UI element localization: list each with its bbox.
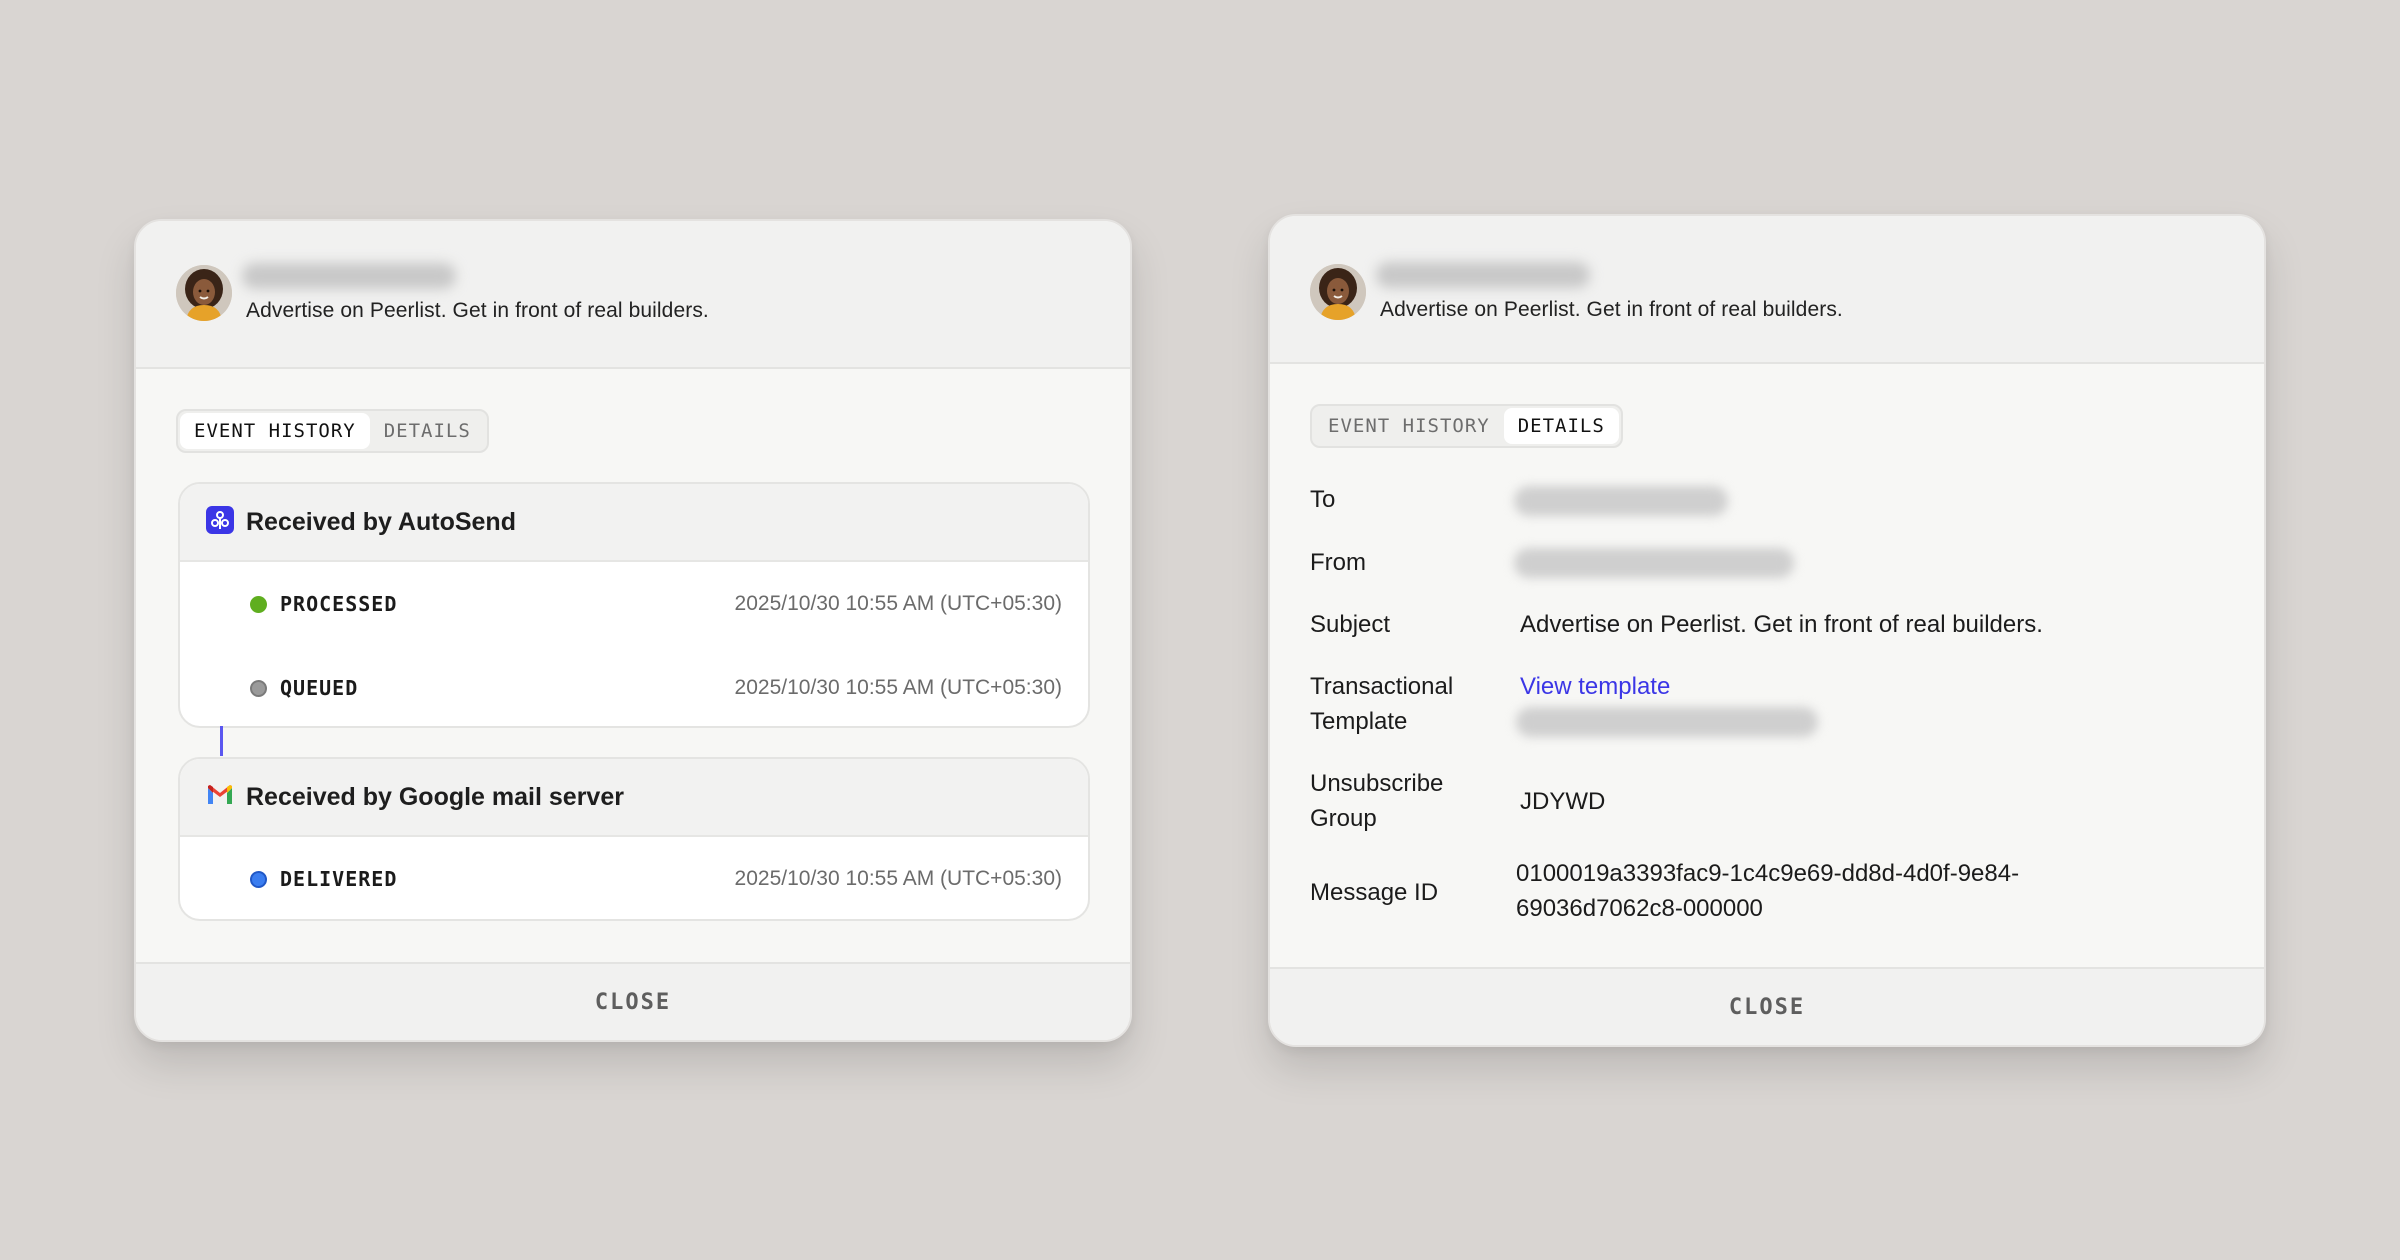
to-label: To bbox=[1310, 486, 1336, 513]
template-label-line: Template bbox=[1310, 708, 1408, 735]
message-id-line: 0100019a3393fac9-1c4c9e69-dd8d-4d0f-9e84… bbox=[1516, 860, 2020, 887]
close-button[interactable]: CLOSE bbox=[595, 990, 671, 1015]
event-status: PROCESSED bbox=[280, 592, 398, 616]
sender-name-redacted bbox=[1376, 262, 1590, 288]
sender-name-redacted bbox=[242, 263, 456, 289]
autosend-icon bbox=[206, 505, 234, 539]
dialog-header: Advertise on Peerlist. Get in front of r… bbox=[136, 221, 1130, 369]
event-group-header: Received by Google mail server bbox=[180, 759, 1088, 837]
tab-details[interactable]: DETAILS bbox=[370, 413, 485, 449]
event-time: 2025/10/30 10:55 AM (UTC+05:30) bbox=[734, 867, 1062, 890]
unsubscribe-label: Unsubscribe Group bbox=[1310, 766, 1443, 836]
template-label-line: Transactional bbox=[1310, 673, 1454, 700]
unsubscribe-label-line: Group bbox=[1310, 805, 1377, 832]
event-time: 2025/10/30 10:55 AM (UTC+05:30) bbox=[734, 676, 1062, 699]
template-label: Transactional Template bbox=[1310, 669, 1453, 739]
gmail-icon bbox=[206, 784, 234, 811]
event-group-header: Received by AutoSend bbox=[180, 484, 1088, 562]
subject-label: Subject bbox=[1310, 611, 1391, 638]
email-event-dialog-details: Advertise on Peerlist. Get in front of r… bbox=[1268, 214, 2266, 1047]
event-group-autosend: Received by AutoSend PROCESSED 2025/10/3… bbox=[178, 482, 1090, 728]
subject-value: Advertise on Peerlist. Get in front of r… bbox=[1520, 611, 2043, 638]
event-status: DELIVERED bbox=[280, 867, 398, 891]
status-dot-icon bbox=[250, 679, 267, 697]
sender-avatar bbox=[176, 265, 232, 321]
email-subject: Advertise on Peerlist. Get in front of r… bbox=[246, 299, 709, 322]
dialog-footer: CLOSE bbox=[136, 962, 1130, 1040]
dialog-footer: CLOSE bbox=[1270, 967, 2264, 1045]
unsubscribe-label-line: Unsubscribe bbox=[1310, 770, 1444, 797]
sender-avatar bbox=[1310, 264, 1366, 320]
tab-details[interactable]: DETAILS bbox=[1503, 408, 1619, 444]
from-label: From bbox=[1310, 549, 1366, 576]
email-event-dialog-history: Advertise on Peerlist. Get in front of r… bbox=[134, 219, 1132, 1042]
tab-bar: EVENT HISTORY DETAILS bbox=[1310, 404, 1623, 448]
event-row-delivered: DELIVERED 2025/10/30 10:55 AM (UTC+05:30… bbox=[180, 837, 1088, 919]
tab-event-history[interactable]: EVENT HISTORY bbox=[1314, 408, 1504, 444]
event-group-title: Received by AutoSend bbox=[246, 507, 516, 536]
tab-bar: EVENT HISTORY DETAILS bbox=[176, 409, 489, 453]
template-name-redacted bbox=[1516, 707, 1818, 737]
tab-event-history[interactable]: EVENT HISTORY bbox=[180, 413, 370, 449]
view-template-link[interactable]: View template bbox=[1520, 669, 1670, 704]
timeline-connector bbox=[220, 726, 223, 756]
message-id-label: Message ID bbox=[1310, 879, 1439, 906]
unsubscribe-value: JDYWD bbox=[1520, 788, 1606, 815]
email-subject: Advertise on Peerlist. Get in front of r… bbox=[1380, 298, 1843, 321]
close-button[interactable]: CLOSE bbox=[1729, 995, 1805, 1020]
dialog-header: Advertise on Peerlist. Get in front of r… bbox=[1270, 216, 2264, 364]
event-row-processed: PROCESSED 2025/10/30 10:55 AM (UTC+05:30… bbox=[180, 562, 1088, 646]
message-id-value: 0100019a3393fac9-1c4c9e69-dd8d-4d0f-9e84… bbox=[1516, 856, 2019, 926]
event-time: 2025/10/30 10:55 AM (UTC+05:30) bbox=[734, 592, 1062, 615]
from-value-redacted bbox=[1514, 548, 1794, 578]
event-group-title: Received by Google mail server bbox=[246, 782, 624, 811]
status-dot-icon bbox=[250, 870, 267, 888]
event-status: QUEUED bbox=[280, 676, 359, 700]
message-id-line: 69036d7062c8-000000 bbox=[1516, 895, 1763, 922]
status-dot-icon bbox=[250, 595, 267, 613]
to-value-redacted bbox=[1514, 486, 1728, 516]
event-row-queued: QUEUED 2025/10/30 10:55 AM (UTC+05:30) bbox=[180, 646, 1088, 726]
event-group-google: Received by Google mail server DELIVERED… bbox=[178, 757, 1090, 921]
